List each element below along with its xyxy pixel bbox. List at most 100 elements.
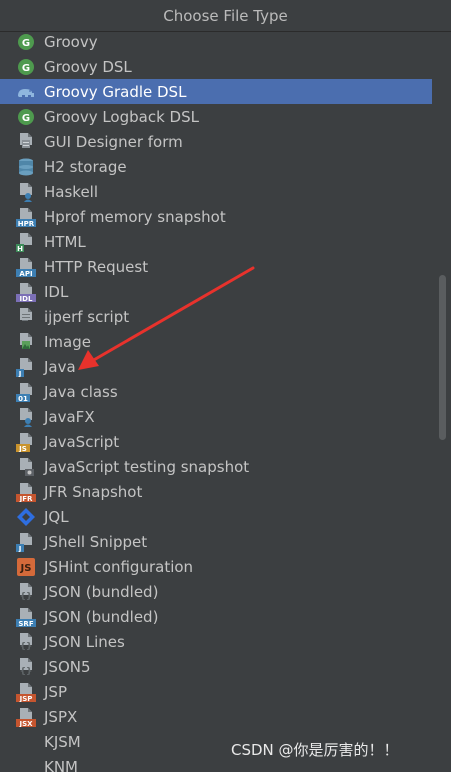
jsp-file-icon: JSP	[16, 682, 36, 703]
list-item-label: JSPX	[44, 708, 78, 726]
list-item-label: Groovy Gradle DSL	[44, 83, 187, 101]
groovy-icon: G	[16, 107, 36, 127]
gui-form-icon	[16, 132, 36, 152]
list-item-label: JSON (bundled)	[44, 583, 159, 601]
list-item-label: JSP	[44, 683, 67, 701]
list-item-label: HTML	[44, 233, 86, 251]
jshell-file-icon: J	[16, 532, 36, 553]
javafx-file-icon	[16, 407, 36, 427]
list-item-label: HTTP Request	[44, 258, 149, 276]
list-item[interactable]: GUI Designer form	[0, 129, 436, 154]
list-item-label: JavaFX	[44, 408, 95, 426]
java-class-file-icon: 01	[16, 382, 36, 403]
list-item-label: Java	[44, 358, 76, 376]
list-item[interactable]: Image	[0, 329, 436, 354]
list-item-label: Image	[44, 333, 91, 351]
list-item[interactable]: Groovy Gradle DSL	[0, 79, 432, 104]
watermark: CSDN @你是厉害的！！	[231, 741, 399, 759]
list-item[interactable]: JS JSHint configuration	[0, 554, 436, 579]
html-file-icon: H	[16, 232, 36, 253]
list-item-label: GUI Designer form	[44, 133, 183, 151]
list-item[interactable]: G Groovy	[0, 31, 436, 54]
list-item[interactable]: J JShell Snippet	[0, 529, 436, 554]
groovy-icon: G	[16, 32, 36, 52]
haskell-file-icon	[16, 182, 36, 202]
database-icon	[16, 157, 36, 177]
text-file-icon	[16, 307, 36, 327]
svg-text:JSX: JSX	[18, 720, 33, 727]
svg-text:G: G	[22, 38, 30, 49]
image-file-icon	[16, 332, 36, 352]
list-item-label: ijperf script	[44, 308, 130, 326]
gradle-elephant-icon	[16, 82, 36, 102]
list-item-label: Hprof memory snapshot	[44, 208, 226, 226]
list-item[interactable]: H2 storage	[0, 154, 436, 179]
list-item[interactable]: JQL	[0, 504, 436, 529]
svg-text:J: J	[18, 370, 22, 377]
scrollbar[interactable]	[437, 31, 451, 772]
svg-text:JS: JS	[20, 563, 32, 574]
list-item-label: Groovy Logback DSL	[44, 108, 199, 126]
svg-text:G: G	[22, 63, 30, 74]
java-file-icon: J	[16, 357, 36, 378]
http-request-file-icon: API	[16, 257, 36, 278]
list-item[interactable]: {} JSON5	[0, 654, 436, 679]
list-item[interactable]: JSX JSPX	[0, 704, 436, 729]
list-item-label: Java class	[44, 383, 118, 401]
svg-text:{}: {}	[20, 667, 33, 677]
list-item-label: Haskell	[44, 183, 99, 201]
list-item[interactable]: JFR JFR Snapshot	[0, 479, 436, 504]
json5-file-icon: {}	[16, 657, 36, 677]
svg-text:HPR: HPR	[18, 220, 35, 227]
list-item[interactable]: API HTTP Request	[0, 254, 436, 279]
json-lines-file-icon: {}	[16, 632, 36, 652]
list-item[interactable]: ijperf script	[0, 304, 436, 329]
js-snapshot-file-icon	[16, 457, 36, 477]
jql-diamond-icon	[16, 507, 36, 527]
svg-text:API: API	[19, 270, 32, 277]
list-item-label: JSHint configuration	[44, 558, 194, 576]
blank-icon	[16, 757, 36, 772]
list-item[interactable]: JavaFX	[0, 404, 436, 429]
list-item[interactable]: {} JSON (bundled)	[0, 579, 436, 604]
list-item-label: H2 storage	[44, 158, 127, 176]
svg-text:IDL: IDL	[20, 295, 33, 302]
list-item-label: JSON (bundled)	[44, 608, 159, 626]
list-item[interactable]: SRF JSON (bundled)	[0, 604, 436, 629]
jspx-file-icon: JSX	[16, 707, 36, 728]
jfr-file-icon: JFR	[16, 482, 36, 503]
list-item[interactable]: J Java	[0, 354, 436, 379]
svg-text:G: G	[22, 113, 30, 124]
list-item-label: KNM	[44, 758, 78, 772]
list-item[interactable]: JavaScript testing snapshot	[0, 454, 436, 479]
svg-text:SRF: SRF	[18, 620, 33, 627]
hprof-file-icon: HPR	[16, 207, 36, 228]
list-item[interactable]: 01 Java class	[0, 379, 436, 404]
svg-text:{}: {}	[20, 592, 33, 602]
list-item-label: JavaScript	[44, 433, 120, 451]
list-item[interactable]: IDL IDL	[0, 279, 436, 304]
svg-text:{}: {}	[20, 642, 33, 652]
list-item[interactable]: G Groovy DSL	[0, 54, 436, 79]
file-type-list[interactable]: G Groovy G Groovy DSL Groovy Gradle DSL G Groo…	[0, 31, 436, 772]
svg-text:H: H	[17, 245, 23, 252]
list-item-label: JavaScript testing snapshot	[44, 458, 250, 476]
list-item-label: JShell Snippet	[44, 533, 148, 551]
blank-icon	[16, 732, 36, 752]
svg-text:J: J	[18, 545, 22, 552]
list-item-label: JSON Lines	[44, 633, 125, 651]
svg-text:JSP: JSP	[19, 695, 33, 702]
list-item[interactable]: H HTML	[0, 229, 436, 254]
list-item[interactable]: Haskell	[0, 179, 436, 204]
list-item[interactable]: {} JSON Lines	[0, 629, 436, 654]
scrollbar-thumb[interactable]	[439, 275, 446, 440]
list-item-label: KJSM	[44, 733, 81, 751]
list-item[interactable]: JS JavaScript	[0, 429, 436, 454]
list-item-label: JFR Snapshot	[44, 483, 143, 501]
list-item[interactable]: HPR Hprof memory snapshot	[0, 204, 436, 229]
json-file-icon: {}	[16, 582, 36, 602]
list-item[interactable]: G Groovy Logback DSL	[0, 104, 436, 129]
list-item[interactable]: JSP JSP	[0, 679, 436, 704]
list-item-label: IDL	[44, 283, 69, 301]
svg-text:01: 01	[18, 395, 28, 402]
